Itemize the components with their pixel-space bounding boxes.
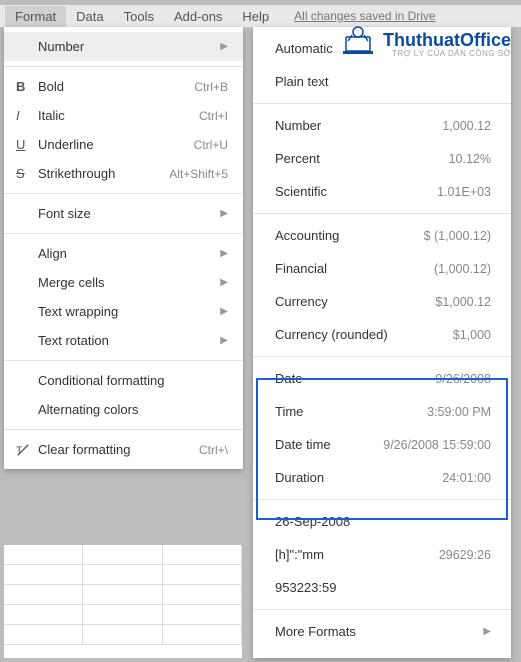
clear-label: Clear formatting [38, 442, 199, 457]
number-item-number[interactable]: Number 1,000.12 [253, 109, 511, 142]
menu-tools[interactable]: Tools [114, 6, 164, 27]
rotation-label: Text rotation [38, 333, 220, 348]
menu-item-clear-formatting[interactable]: T Clear formatting Ctrl+\ [4, 435, 243, 464]
font-size-label: Font size [38, 206, 220, 221]
wrap-label: Text wrapping [38, 304, 220, 319]
submenu-arrow-icon: ▶ [220, 41, 228, 52]
menu-item-underline[interactable]: U Underline Ctrl+U [4, 130, 243, 159]
submenu-arrow-icon: ▶ [220, 208, 228, 219]
submenu-arrow-icon: ▶ [220, 248, 228, 259]
more-formats-label: More Formats [275, 624, 483, 639]
number-label: Number [38, 39, 220, 54]
number-item-currency[interactable]: Currency $1,000.12 [253, 285, 511, 318]
italic-icon: I [16, 108, 38, 123]
number-submenu: Automatic Plain text Number 1,000.12 Per… [253, 27, 511, 658]
clear-shortcut: Ctrl+\ [199, 443, 228, 457]
bold-icon: B [16, 79, 38, 94]
menu-item-number[interactable]: Number ▶ [4, 32, 243, 61]
submenu-arrow-icon: ▶ [220, 335, 228, 346]
logo-subtitle: TRỢ LÝ CỦA DÂN CÔNG SỞ [378, 49, 511, 58]
number-item-date[interactable]: Date 9/26/2008 [253, 362, 511, 395]
menu-format[interactable]: Format [5, 6, 66, 27]
number-item-accounting[interactable]: Accounting $ (1,000.12) [253, 219, 511, 252]
underline-label: Underline [38, 137, 194, 152]
submenu-arrow-icon: ▶ [220, 277, 228, 288]
menu-item-text-wrapping[interactable]: Text wrapping ▶ [4, 297, 243, 326]
menu-item-merge-cells[interactable]: Merge cells ▶ [4, 268, 243, 297]
submenu-arrow-icon: ▶ [483, 626, 491, 637]
menu-item-italic[interactable]: I Italic Ctrl+I [4, 101, 243, 130]
number-item-duration[interactable]: Duration 24:01:00 [253, 461, 511, 494]
number-item-financial[interactable]: Financial (1,000.12) [253, 252, 511, 285]
number-item-time[interactable]: Time 3:59:00 PM [253, 395, 511, 428]
italic-shortcut: Ctrl+I [199, 109, 228, 123]
menu-item-alternating-colors[interactable]: Alternating colors [4, 395, 243, 424]
conditional-label: Conditional formatting [38, 373, 228, 388]
bold-shortcut: Ctrl+B [194, 80, 228, 94]
number-item-plain-text[interactable]: Plain text [253, 65, 511, 98]
menu-help[interactable]: Help [232, 6, 279, 27]
strike-icon: S [16, 166, 38, 181]
submenu-arrow-icon: ▶ [220, 306, 228, 317]
menu-item-text-rotation[interactable]: Text rotation ▶ [4, 326, 243, 355]
number-item-currency-rounded[interactable]: Currency (rounded) $1,000 [253, 318, 511, 351]
logo-title: ThuthuatOffice [383, 30, 511, 51]
menu-addons[interactable]: Add-ons [164, 6, 232, 27]
strike-shortcut: Alt+Shift+5 [169, 167, 228, 181]
number-item-date-time[interactable]: Date time 9/26/2008 15:59:00 [253, 428, 511, 461]
number-item-percent[interactable]: Percent 10.12% [253, 142, 511, 175]
merge-label: Merge cells [38, 275, 220, 290]
underline-icon: U [16, 137, 38, 152]
menu-item-strikethrough[interactable]: S Strikethrough Alt+Shift+5 [4, 159, 243, 188]
altcolors-label: Alternating colors [38, 402, 228, 417]
strike-label: Strikethrough [38, 166, 169, 181]
menu-data[interactable]: Data [66, 6, 113, 27]
number-item-more-formats[interactable]: More Formats ▶ [253, 615, 511, 648]
italic-label: Italic [38, 108, 199, 123]
menubar: Format Data Tools Add-ons Help All chang… [0, 5, 521, 27]
menu-item-font-size[interactable]: Font size ▶ [4, 199, 243, 228]
menu-item-bold[interactable]: B Bold Ctrl+B [4, 72, 243, 101]
underline-shortcut: Ctrl+U [194, 138, 228, 152]
align-label: Align [38, 246, 220, 261]
spreadsheet-grid[interactable] [4, 545, 242, 658]
clear-format-icon: T [16, 443, 38, 457]
menu-item-align[interactable]: Align ▶ [4, 239, 243, 268]
bold-label: Bold [38, 79, 194, 94]
number-item-custom-1[interactable]: 26-Sep-2008 [253, 505, 511, 538]
number-item-custom-3[interactable]: 953223:59 [253, 571, 511, 604]
laptop-icon [338, 25, 378, 62]
watermark-logo: ThuthuatOffice TRỢ LÝ CỦA DÂN CÔNG SỞ [338, 25, 511, 62]
plain-label: Plain text [275, 74, 491, 89]
menu-item-conditional-formatting[interactable]: Conditional formatting [4, 366, 243, 395]
drive-status: All changes saved in Drive [294, 9, 435, 23]
number-item-scientific[interactable]: Scientific 1.01E+03 [253, 175, 511, 208]
number-item-custom-2[interactable]: [h]":"mm 29629:26 [253, 538, 511, 571]
format-dropdown: Number ▶ B Bold Ctrl+B I Italic Ctrl+I U… [4, 27, 243, 469]
